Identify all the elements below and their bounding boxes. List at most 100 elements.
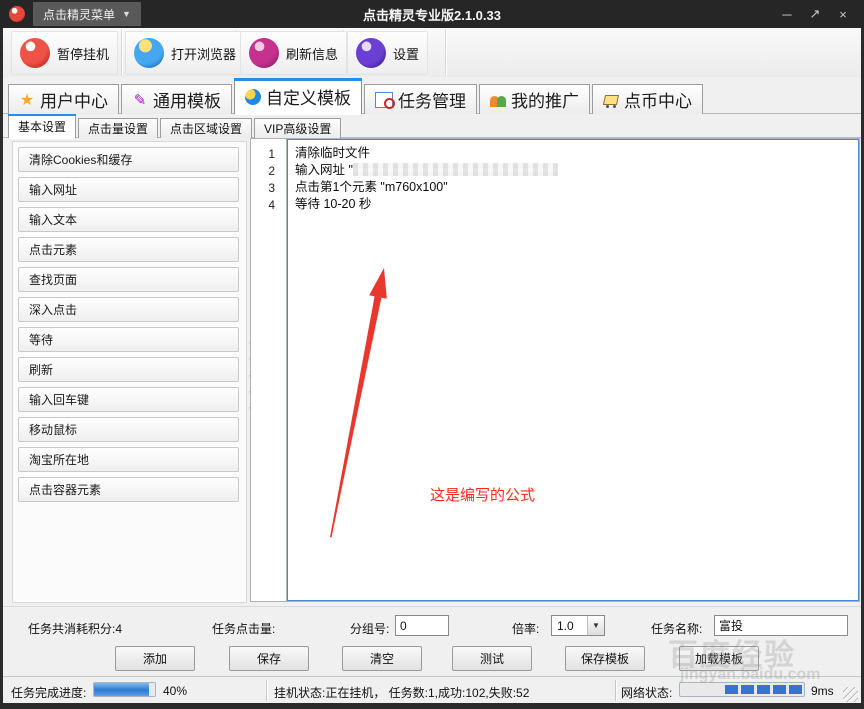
pause-hangup-button[interactable]: 暂停挂机	[11, 31, 118, 75]
open-browser-label: 打开浏览器	[171, 44, 236, 63]
task-progress-bar	[93, 682, 156, 697]
command-sidebar: 清除Cookies和缓存 输入网址 输入文本 点击元素 查找页面 深入点击 等待…	[12, 141, 247, 603]
load-template-button[interactable]: 加载模板	[679, 646, 759, 671]
clear-button-label: 清空	[370, 650, 394, 667]
cmd-taobao-location-button[interactable]: 淘宝所在地	[18, 447, 239, 472]
cmd-label: 刷新	[29, 361, 53, 378]
tab-coin-center[interactable]: 点币中心	[592, 84, 703, 114]
script-text-area[interactable]: 清除临时文件 输入网址 " 点击第1个元素 "m760x100" 等待 10-2…	[287, 139, 859, 601]
save-button[interactable]: 保存	[229, 646, 309, 671]
network-signal-bar	[679, 682, 805, 697]
task-progress-fill	[94, 683, 149, 696]
tab-user-center-label: 用户中心	[40, 87, 108, 112]
script-line-text: 清除临时文件	[295, 146, 370, 160]
subtab-click-volume[interactable]: 点击量设置	[78, 118, 158, 138]
save-button-label: 保存	[257, 650, 281, 667]
maximize-icon: ↗	[810, 6, 821, 22]
menu-caret-icon: ▼	[122, 9, 131, 19]
minimize-button[interactable]: ─	[776, 4, 798, 24]
coin-center-icon	[603, 92, 619, 108]
cmd-clear-cookies-button[interactable]: 清除Cookies和缓存	[18, 147, 239, 172]
window-controls: ─ ↗ ×	[776, 4, 864, 24]
chevron-down-icon: ▼	[587, 616, 604, 635]
cmd-label: 清除Cookies和缓存	[29, 151, 132, 168]
close-button[interactable]: ×	[832, 4, 854, 24]
app-menu-button[interactable]: 点击精灵菜单 ▼	[33, 2, 141, 26]
open-browser-icon	[134, 38, 164, 68]
resize-grip[interactable]	[843, 687, 858, 702]
cmd-label: 查找页面	[29, 271, 77, 288]
toolbar-separator	[445, 30, 446, 75]
tab-my-promotion-label: 我的推广	[511, 87, 579, 112]
refresh-info-label: 刷新信息	[286, 44, 338, 63]
tab-user-center[interactable]: ★ 用户中心	[8, 84, 119, 114]
tab-custom-template-label: 自定义模板	[266, 84, 351, 109]
toolbar-separator	[121, 30, 122, 75]
subtab-click-region-label: 点击区域设置	[170, 120, 242, 137]
custom-template-icon	[245, 89, 261, 105]
rate-label: 倍率:	[512, 620, 539, 637]
tab-general-template[interactable]: ✎ 通用模板	[121, 84, 232, 114]
settings-label: 设置	[393, 44, 419, 63]
open-browser-button[interactable]: 打开浏览器	[125, 31, 245, 75]
cmd-label: 深入点击	[29, 301, 77, 318]
cmd-wait-button[interactable]: 等待	[18, 327, 239, 352]
subtab-basic-settings[interactable]: 基本设置	[8, 114, 76, 138]
signal-block	[757, 685, 770, 694]
cmd-enter-url-button[interactable]: 输入网址	[18, 177, 239, 202]
group-number-input[interactable]	[395, 615, 449, 636]
script-line-text: 等待 10-20 秒	[295, 197, 371, 211]
censored-url	[353, 163, 558, 176]
rate-value: 1.0	[552, 619, 587, 633]
task-settings-panel: 任务共消耗积分:4 任务点击量: 分组号: 倍率: 1.0 ▼ 任务名称: 添加…	[3, 606, 861, 677]
cmd-enter-text-button[interactable]: 输入文本	[18, 207, 239, 232]
minimize-icon: ─	[782, 7, 791, 22]
add-button[interactable]: 添加	[115, 646, 195, 671]
rate-select[interactable]: 1.0 ▼	[551, 615, 605, 636]
progress-label: 任务完成进度:	[11, 684, 86, 701]
settings-button[interactable]: 设置	[347, 31, 428, 75]
tab-task-manage[interactable]: 任务管理	[364, 84, 477, 114]
status-bar: 任务完成进度: 40% 挂机状态:正在挂机， 任务数:1,成功:102,失败:5…	[3, 676, 861, 704]
test-button[interactable]: 测试	[452, 646, 532, 671]
refresh-info-button[interactable]: 刷新信息	[240, 31, 347, 75]
script-line: 等待 10-20 秒	[295, 196, 851, 213]
cmd-label: 输入网址	[29, 181, 77, 198]
task-name-input[interactable]	[714, 615, 848, 636]
cmd-enter-key-button[interactable]: 输入回车键	[18, 387, 239, 412]
app-menu-label: 点击精灵菜单	[43, 6, 115, 23]
network-status-label: 网络状态:	[621, 684, 672, 701]
cmd-label: 点击元素	[29, 241, 77, 258]
cmd-deep-click-button[interactable]: 深入点击	[18, 297, 239, 322]
script-line: 清除临时文件	[295, 145, 851, 162]
cmd-move-mouse-button[interactable]: 移动鼠标	[18, 417, 239, 442]
subtab-vip-advanced-label: VIP高级设置	[264, 120, 331, 137]
save-template-button[interactable]: 保存模板	[565, 646, 645, 671]
tab-my-promotion[interactable]: 我的推广	[479, 84, 590, 114]
cmd-click-element-button[interactable]: 点击元素	[18, 237, 239, 262]
tab-custom-template[interactable]: 自定义模板	[234, 78, 362, 114]
pause-hangup-label: 暂停挂机	[57, 44, 109, 63]
cmd-refresh-button[interactable]: 刷新	[18, 357, 239, 382]
script-line-text: 输入网址 "	[295, 163, 353, 177]
window-border-bottom	[0, 703, 864, 709]
tab-coin-center-label: 点币中心	[624, 87, 692, 112]
script-line: 输入网址 "	[295, 162, 851, 179]
my-promotion-icon	[490, 92, 506, 108]
maximize-button[interactable]: ↗	[804, 4, 826, 24]
content-area: 清除Cookies和缓存 输入网址 输入文本 点击元素 查找页面 深入点击 等待…	[3, 138, 861, 606]
tab-general-template-label: 通用模板	[153, 87, 221, 112]
pause-hangup-icon	[20, 38, 50, 68]
consumed-points-label: 任务共消耗积分:4	[28, 620, 122, 637]
app-logo-icon	[9, 6, 25, 22]
group-number-label: 分组号:	[350, 620, 389, 637]
line-number: 4	[251, 197, 275, 214]
line-number: 3	[251, 180, 275, 197]
subtab-vip-advanced[interactable]: VIP高级设置	[254, 118, 341, 138]
cmd-find-page-button[interactable]: 查找页面	[18, 267, 239, 292]
subtab-click-region[interactable]: 点击区域设置	[160, 118, 252, 138]
progress-percent: 40%	[163, 684, 187, 698]
clear-button[interactable]: 清空	[342, 646, 422, 671]
cmd-click-container-button[interactable]: 点击容器元素	[18, 477, 239, 502]
general-template-icon: ✎	[132, 92, 148, 108]
